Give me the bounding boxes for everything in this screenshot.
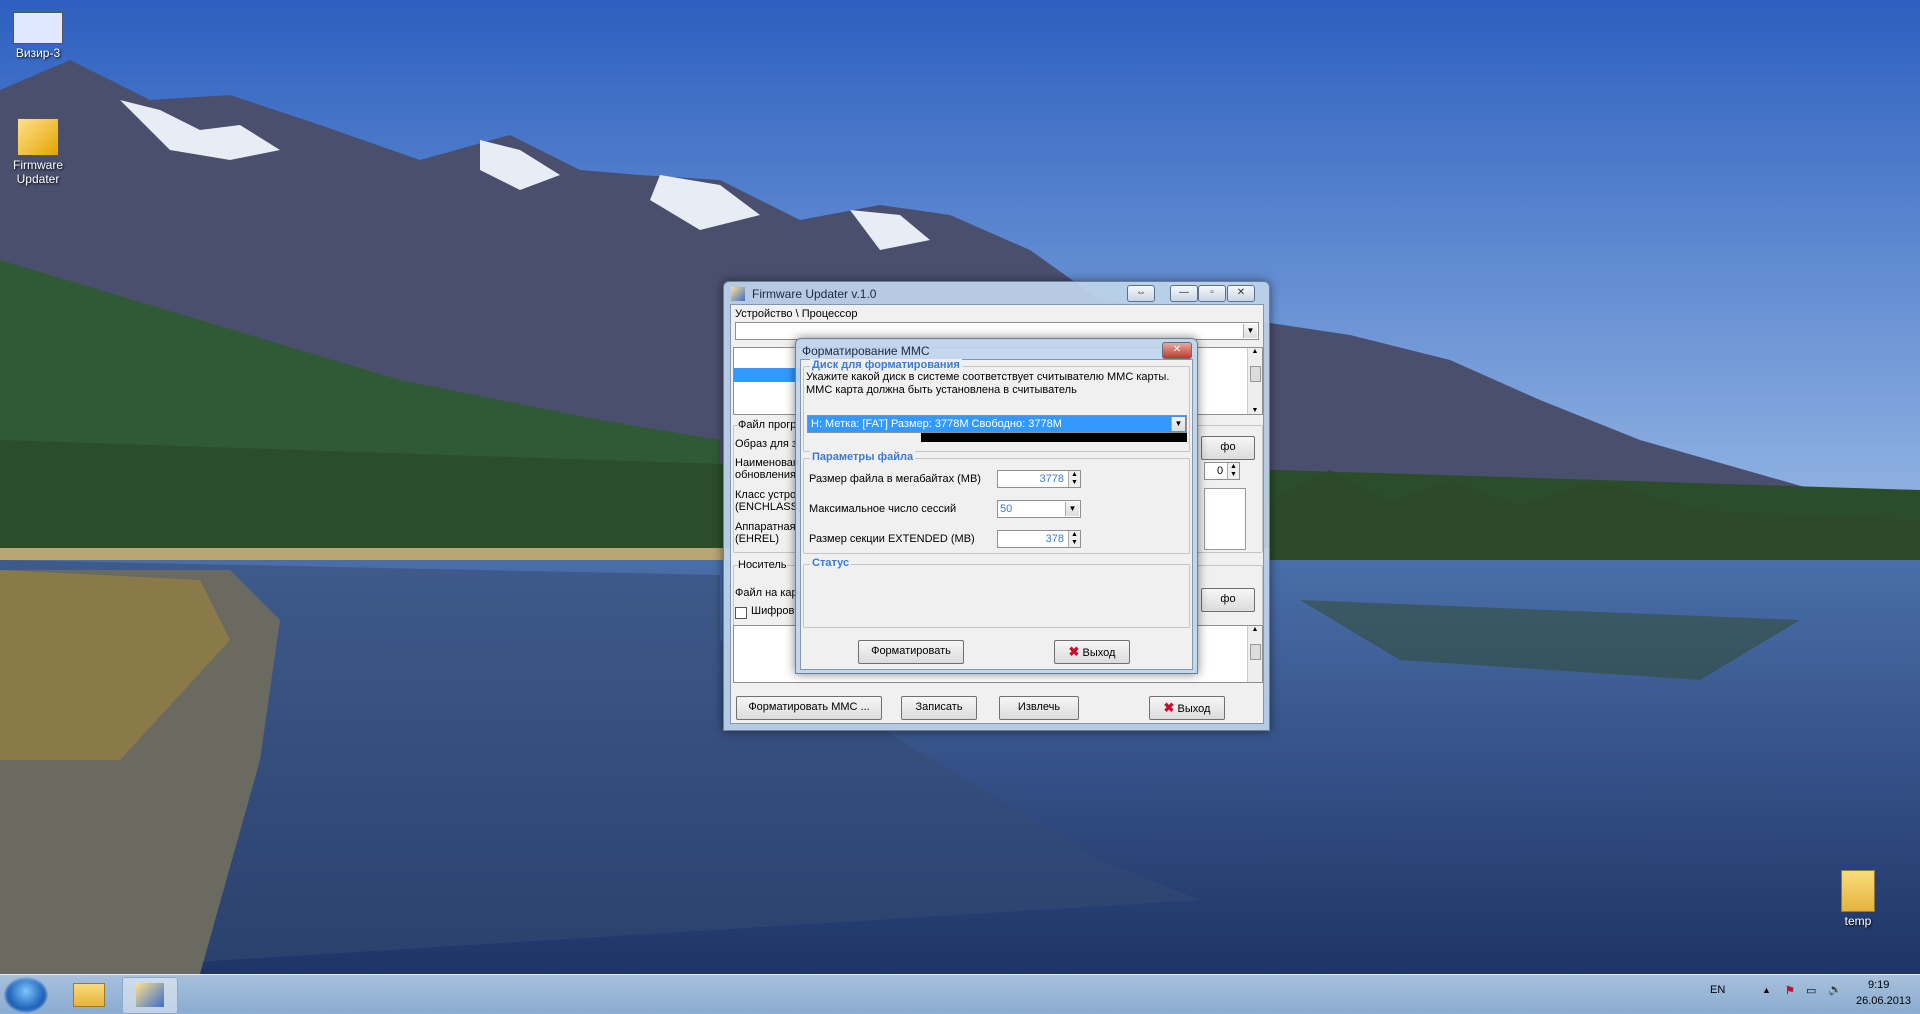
system-tray: EN ▲ ⚑ ▭ 🔊 9:19 26.06.2013	[1680, 975, 1920, 1014]
spinner-icon[interactable]: ▲ ▼	[1068, 531, 1080, 547]
status-group-title: Статус	[810, 557, 852, 569]
encrypt-label: Шифров	[751, 605, 795, 617]
disk-hint: Укажите какой диск в системе соответству…	[806, 371, 1170, 396]
dialog-exit-label: Выход	[1082, 647, 1116, 659]
taskbar: EN ▲ ⚑ ▭ 🔊 9:19 26.06.2013	[0, 974, 1920, 1014]
format-mmc-dialog: Форматирование MMC ✕ Диск для форматиров…	[795, 338, 1198, 674]
scroll-up-icon[interactable]: ▲	[1248, 348, 1262, 355]
file-size-input[interactable]: 3778 ▲ ▼	[997, 470, 1081, 488]
minimize-button[interactable]: —	[1170, 285, 1198, 302]
disk-select[interactable]: H: Метка: [FAT] Размер: 3778M Свободно: …	[807, 415, 1187, 433]
max-sessions-select[interactable]: 50 ▼	[997, 500, 1081, 518]
hw-grid	[1204, 488, 1246, 550]
exit-label: Выход	[1177, 703, 1211, 715]
list-scrollbar[interactable]: ▲ ▼	[1247, 348, 1262, 414]
device-label: Устройство \ Процессор	[735, 308, 858, 320]
action-center-icon[interactable]: ⚑	[1785, 984, 1795, 997]
spin-field[interactable]: 0 ▲ ▼	[1204, 462, 1240, 480]
dialog-exit-button[interactable]: ✖ Выход	[1054, 640, 1130, 664]
spin-value: 0	[1217, 465, 1224, 477]
disk-group-title: Диск для форматирования	[810, 359, 962, 371]
media-label: Носитель	[738, 559, 787, 571]
status-group: Статус	[803, 557, 1190, 628]
firmware-updater-app-icon	[17, 118, 59, 156]
firmware-updater-app-icon	[136, 983, 164, 1007]
chevron-down-icon: ▼	[1171, 417, 1185, 431]
extract-button[interactable]: Извлечь	[999, 696, 1079, 720]
disk-progress-bar	[921, 433, 1187, 442]
clock-date[interactable]: 26.06.2013	[1856, 995, 1911, 1007]
chevron-down-icon: ▼	[1243, 324, 1257, 338]
volume-icon[interactable]: 🔊	[1828, 983, 1842, 996]
info-button-2[interactable]: фо	[1201, 588, 1255, 612]
exit-button[interactable]: ✖ Выход	[1149, 696, 1225, 720]
maximize-button[interactable]: ▫	[1198, 285, 1226, 302]
file-size-label: Размер файла в мегабайтах (MB)	[809, 473, 981, 485]
tray-arrow-icon[interactable]: ▲	[1762, 985, 1771, 995]
close-red-icon: ✖	[1068, 644, 1080, 659]
close-button[interactable]: ✕	[1227, 285, 1255, 302]
selected-list-row[interactable]	[734, 368, 802, 382]
format-mmc-button[interactable]: Форматировать MMC ...	[736, 696, 882, 720]
restore-layout-button[interactable]: ⇔	[1127, 285, 1155, 302]
dialog-body: Диск для форматирования Укажите какой ди…	[800, 359, 1193, 670]
name-label: Наименован обновления	[735, 457, 799, 481]
extended-input[interactable]: 378 ▲ ▼	[997, 530, 1081, 548]
desktop-icon-label: Визир-3	[15, 46, 61, 60]
scroll-down-icon[interactable]: ▼	[1248, 407, 1262, 414]
max-sessions-label: Максимальное число сессий	[809, 503, 957, 515]
disk-selected-value: H: Метка: [FAT] Размер: 3778M Свободно: …	[811, 418, 1062, 430]
class-label: Класс устро (ENCHLASS)	[735, 489, 802, 513]
params-group-title: Параметры файла	[810, 451, 916, 463]
image-label: Образ для з	[735, 438, 797, 450]
format-button[interactable]: Форматировать	[858, 640, 964, 664]
desktop-icon-label: Firmware Updater	[13, 158, 63, 186]
max-sessions-value: 50	[1000, 503, 1013, 515]
network-icon[interactable]: ▭	[1806, 984, 1816, 997]
app-icon	[731, 287, 745, 301]
desktop-icon-firmware-updater[interactable]: Firmware Updater	[0, 118, 76, 186]
folder-icon	[1841, 870, 1875, 912]
start-button[interactable]	[4, 977, 48, 1013]
extended-label: Размер секции EXTENDED (MB)	[809, 533, 975, 545]
taskbar-firmware-updater-button[interactable]	[122, 977, 178, 1014]
close-red-icon: ✖	[1163, 700, 1175, 715]
vizir-app-icon	[13, 12, 63, 44]
desktop-icon-temp[interactable]: temp	[1820, 870, 1896, 928]
hw-label: Аппаратная (EHREL)	[735, 521, 796, 545]
desktop-icon-label: temp	[1844, 914, 1872, 928]
close-button[interactable]: ✕	[1162, 342, 1192, 359]
encrypt-checkbox[interactable]	[735, 607, 747, 619]
taskbar-explorer-button[interactable]	[62, 977, 116, 1012]
list-scrollbar[interactable]: ▲	[1247, 626, 1262, 682]
dialog-title: Форматирование MMC	[802, 344, 930, 358]
scroll-up-icon[interactable]: ▲	[1248, 626, 1262, 633]
write-button[interactable]: Записать	[901, 696, 977, 720]
language-indicator[interactable]: EN	[1710, 984, 1725, 996]
spinner-icon[interactable]: ▲ ▼	[1227, 463, 1239, 479]
scroll-thumb[interactable]	[1250, 644, 1261, 660]
window-title: Firmware Updater v.1.0	[752, 287, 877, 301]
info-button-1[interactable]: фо	[1201, 436, 1255, 460]
spinner-icon[interactable]: ▲ ▼	[1068, 471, 1080, 487]
chevron-down-icon: ▼	[1065, 502, 1079, 516]
desktop-icon-vizir[interactable]: Визир-3	[0, 12, 76, 60]
card-file-label: Файл на кар	[735, 587, 798, 599]
folder-icon	[73, 983, 105, 1007]
scroll-thumb[interactable]	[1250, 366, 1261, 382]
clock-time[interactable]: 9:19	[1868, 979, 1889, 991]
file-group-label: Файл прогр	[738, 419, 797, 431]
